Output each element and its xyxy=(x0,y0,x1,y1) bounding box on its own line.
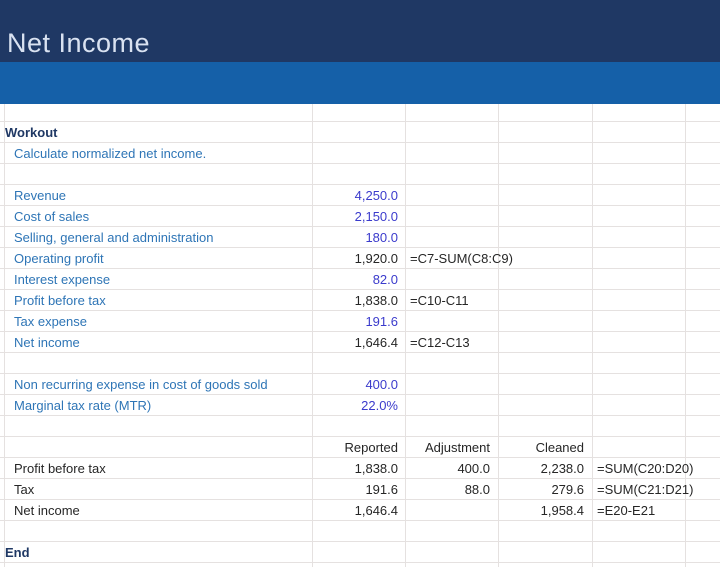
row-label-cell[interactable]: Net income xyxy=(14,336,80,349)
value-cell-c[interactable]: 1,920.0 xyxy=(312,252,398,265)
section-label-cell[interactable]: End xyxy=(5,546,30,559)
sheet-row: Tax expense 191.6 xyxy=(0,311,720,332)
sheet-row xyxy=(0,104,720,122)
description-cell[interactable]: Calculate normalized net income. xyxy=(14,147,206,160)
sheet-row: Net income 1,646.4 1,958.4 =E20-E21 xyxy=(0,500,720,521)
formula-text-cell[interactable]: =C12-C13 xyxy=(410,336,470,349)
value-cell-c[interactable]: 180.0 xyxy=(312,231,398,244)
value-cell-c[interactable]: 191.6 xyxy=(312,315,398,328)
spreadsheet-grid: Workout Calculate normalized net income. R… xyxy=(0,104,720,567)
row-label-cell[interactable]: Interest expense xyxy=(14,273,110,286)
worksheet-title-band: Net Income xyxy=(0,0,720,62)
sheet-row: End xyxy=(0,542,720,563)
sheet-row: Profit before tax 1,838.0 =C10-C11 xyxy=(0,290,720,311)
column-header-adjustment[interactable]: Adjustment xyxy=(406,441,490,454)
row-label-cell[interactable]: Net income xyxy=(14,504,80,517)
row-label-cell[interactable]: Revenue xyxy=(14,189,66,202)
value-cell-c[interactable]: 2,150.0 xyxy=(312,210,398,223)
header-accent-band xyxy=(0,62,720,104)
value-cell-e[interactable]: 1,958.4 xyxy=(499,504,584,517)
row-label-cell[interactable]: Tax xyxy=(14,483,34,496)
page-title: Net Income xyxy=(7,28,151,58)
row-label-cell[interactable]: Profit before tax xyxy=(14,462,106,475)
row-label-cell[interactable]: Profit before tax xyxy=(14,294,106,307)
sheet-row: Net income 1,646.4 =C12-C13 xyxy=(0,332,720,353)
row-label-cell[interactable]: Marginal tax rate (MTR) xyxy=(14,399,151,412)
sheet-row: Marginal tax rate (MTR) 22.0% xyxy=(0,395,720,416)
sheet-row xyxy=(0,521,720,542)
value-cell-c[interactable]: 1,838.0 xyxy=(312,462,398,475)
value-cell-c[interactable]: 1,646.4 xyxy=(312,504,398,517)
value-cell-e[interactable]: 279.6 xyxy=(499,483,584,496)
sheet-row: Workout xyxy=(0,122,720,143)
formula-text-cell[interactable]: =SUM(C20:D20) xyxy=(597,462,693,475)
formula-text-cell[interactable]: =C10-C11 xyxy=(410,294,469,307)
sheet-row: Non recurring expense in cost of goods s… xyxy=(0,374,720,395)
value-cell-e[interactable]: 2,238.0 xyxy=(499,462,584,475)
sheet-row xyxy=(0,164,720,185)
row-label-cell[interactable]: Tax expense xyxy=(14,315,87,328)
formula-text-cell[interactable]: =SUM(C21:D21) xyxy=(597,483,693,496)
value-cell-d[interactable]: 400.0 xyxy=(406,462,490,475)
sheet-row: Revenue 4,250.0 xyxy=(0,185,720,206)
column-header-reported[interactable]: Reported xyxy=(312,441,398,454)
value-cell-c[interactable]: 1,646.4 xyxy=(312,336,398,349)
row-label-cell[interactable]: Cost of sales xyxy=(14,210,89,223)
sheet-row: Profit before tax 1,838.0 400.0 2,238.0 =SUM… xyxy=(0,458,720,479)
sheet-row xyxy=(0,416,720,437)
formula-text-cell[interactable]: =C7-SUM(C8:C9) xyxy=(410,252,513,265)
sheet-row xyxy=(0,353,720,374)
value-cell-c[interactable]: 22.0% xyxy=(312,399,398,412)
excel-worksheet: Net Income Workout Calculate normalized n… xyxy=(0,0,720,567)
sheet-row: Interest expense 82.0 xyxy=(0,269,720,290)
value-cell-c[interactable]: 1,838.0 xyxy=(312,294,398,307)
row-label-cell[interactable]: Operating profit xyxy=(14,252,104,265)
sheet-row: Operating profit 1,920.0 =C7-SUM(C8:C9) xyxy=(0,248,720,269)
sheet-row: Selling, general and administration 180.0 xyxy=(0,227,720,248)
sheet-row: Reported Adjustment Cleaned xyxy=(0,437,720,458)
value-cell-c[interactable]: 4,250.0 xyxy=(312,189,398,202)
row-label-cell[interactable]: Non recurring expense in cost of goods s… xyxy=(14,378,268,391)
sheet-row: Calculate normalized net income. xyxy=(0,143,720,164)
sheet-row: Tax 191.6 88.0 279.6 =SUM(C21:D21) xyxy=(0,479,720,500)
section-label-cell[interactable]: Workout xyxy=(5,126,57,139)
formula-text-cell[interactable]: =E20-E21 xyxy=(597,504,655,517)
sheet-row: Cost of sales 2,150.0 xyxy=(0,206,720,227)
value-cell-c[interactable]: 400.0 xyxy=(312,378,398,391)
value-cell-c[interactable]: 191.6 xyxy=(312,483,398,496)
value-cell-d[interactable]: 88.0 xyxy=(406,483,490,496)
row-label-cell[interactable]: Selling, general and administration xyxy=(14,231,213,244)
column-header-cleaned[interactable]: Cleaned xyxy=(499,441,584,454)
value-cell-c[interactable]: 82.0 xyxy=(312,273,398,286)
